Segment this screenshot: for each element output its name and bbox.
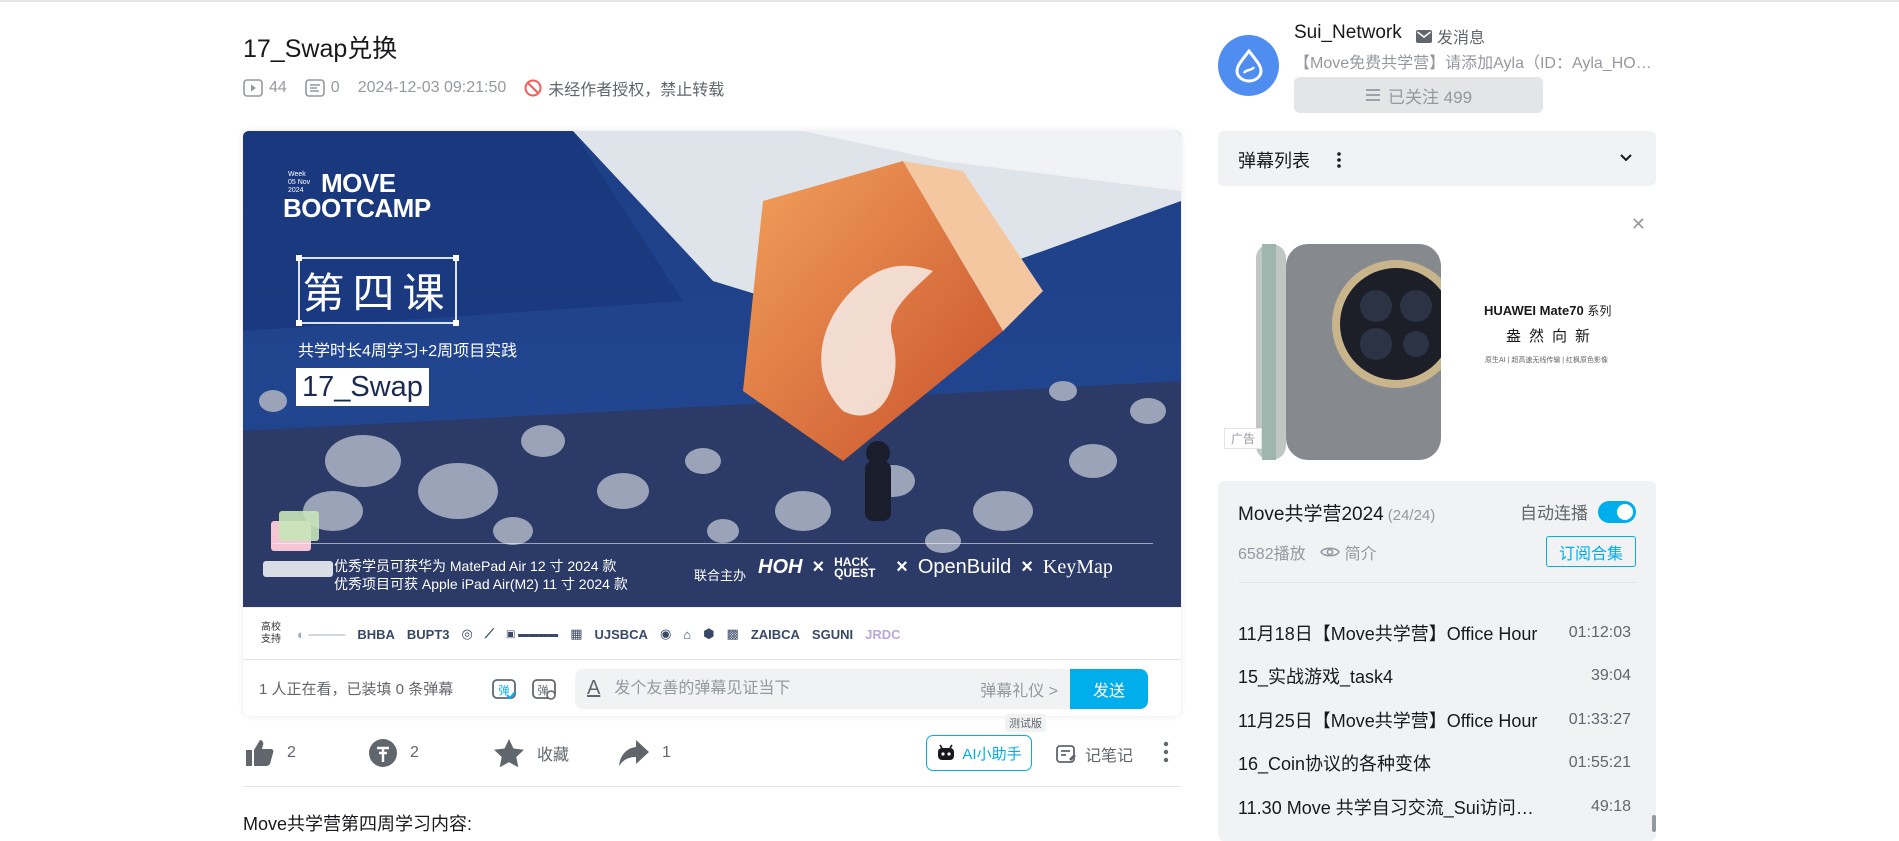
- menu-icon: [1365, 89, 1380, 101]
- uploader-avatar[interactable]: [1218, 35, 1279, 96]
- video-meta: 44 0 2024-12-03 09:21:50 未经作者授权，禁止转载: [243, 76, 724, 100]
- campus-sponsor-bar: 高校支持 ◐ ──── BHBA BUPT3 ◎ ⟋ ▣ ▬▬▬▬ ▦ UJSBC…: [243, 607, 1181, 660]
- beta-tag: 测试版: [1005, 714, 1046, 732]
- thumb-up-icon: [246, 740, 274, 766]
- poster-logo: MOVE BOOTCAMP: [283, 168, 431, 223]
- video-description: Move共学营第四周学习内容:: [243, 814, 473, 834]
- danmaku-etiquette-link[interactable]: 弹幕礼仪 >: [980, 677, 1058, 701]
- favorite-button[interactable]: 收藏: [493, 738, 618, 768]
- danmaku-list-label: 弹幕列表: [1238, 151, 1310, 171]
- forbidden-icon: [524, 79, 542, 97]
- sui-logo-icon: [1234, 48, 1263, 83]
- danmaku-count: 0: [304, 79, 340, 97]
- chevron-down-icon[interactable]: [1618, 150, 1634, 171]
- note-icon: [1056, 745, 1076, 763]
- play-count: 44: [243, 79, 287, 97]
- ad-tag: 广告: [1224, 428, 1263, 449]
- danmaku-input[interactable]: [612, 678, 947, 699]
- list-item[interactable]: 15_实战游戏_task4 39:04: [1218, 655, 1656, 699]
- ad-features: 原生AI | 超高速无线传输 | 红枫原色影像: [1485, 357, 1609, 364]
- collection-panel: Move共学营2024 (24/24) 自动连播 6582播放 简介 订阅合集 1…: [1218, 481, 1656, 841]
- video-title: 17_Swap兑换: [243, 35, 398, 63]
- campus-label: 高校支持: [261, 622, 281, 645]
- subscribe-collection-button[interactable]: 订阅合集: [1546, 536, 1636, 567]
- play-icon: [243, 79, 263, 97]
- list-item[interactable]: 11.30 Move 共学自习交流_Sui访问权限 49:18: [1218, 785, 1656, 829]
- collection-intro-button[interactable]: 简介: [1319, 540, 1377, 564]
- collection-title[interactable]: Move共学营2024 (24/24): [1238, 499, 1435, 526]
- share-icon: [619, 740, 649, 766]
- robot-icon: [938, 744, 955, 760]
- collection-divider: [1238, 582, 1636, 583]
- poster-lesson-name: 17_Swap: [296, 368, 429, 406]
- poster-cohost-label: 联合主办: [694, 568, 747, 583]
- star-icon: [494, 739, 524, 768]
- followed-button[interactable]: 已关注 499: [1294, 77, 1543, 113]
- danmaku-input-wrap: A 弹幕礼仪 >: [575, 668, 1070, 709]
- top-border: [0, 0, 1899, 2]
- danmaku-send-bar: 1 人正在看，已装填 0 条弹幕 弹 弹 A 弹幕礼仪 > 发送: [243, 659, 1181, 716]
- share-button[interactable]: 1: [618, 738, 671, 768]
- poster-lesson: 第四课: [296, 255, 459, 326]
- collection-stats: 6582播放 简介: [1238, 540, 1377, 564]
- poster-prizes: 优秀学员可获华为 MatePad Air 12 寸 2024 款 优秀项目可获 …: [334, 558, 628, 592]
- ad-banner[interactable]: HUAWEI Mate70 系列 盎然向新 原生AI | 超高速无线传输 | 红…: [1218, 206, 1656, 460]
- ad-slogan: 盎然向新: [1506, 328, 1599, 345]
- list-item[interactable]: 11月18日【Move共学营】Office Hour 01:12:03: [1218, 611, 1656, 655]
- toggle-switch[interactable]: [1598, 500, 1636, 523]
- collection-scrollbar[interactable]: [1652, 815, 1656, 832]
- like-button[interactable]: 2: [243, 738, 368, 768]
- send-message-button[interactable]: 发消息: [1416, 24, 1485, 48]
- uploader-bio: 【Move免费共学营】请添加Ayla（ID：Ayla_HOH）: [1294, 55, 1659, 72]
- poster-schedule: 共学时长4周学习+2周项目实践: [298, 343, 518, 360]
- coin-icon: [369, 739, 397, 767]
- list-item[interactable]: 11月25日【Move共学营】Office Hour 01:33:27: [1218, 698, 1656, 742]
- uploader-name[interactable]: Sui_Network: [1294, 22, 1402, 44]
- eye-icon: [1319, 547, 1340, 557]
- danmaku-list-menu-icon[interactable]: [1336, 151, 1342, 174]
- more-options-icon[interactable]: [1163, 740, 1169, 769]
- phone-image: [1256, 244, 1441, 460]
- danmaku-list-panel[interactable]: 弹幕列表: [1218, 131, 1656, 186]
- close-icon[interactable]: ✕: [1631, 214, 1646, 235]
- danmaku-settings-icon[interactable]: 弹: [529, 674, 559, 704]
- danmaku-icon: [304, 79, 325, 97]
- coin-button[interactable]: 2: [368, 738, 493, 768]
- poster-partners: HOH × HACK QUEST × OpenBuild × KeyMap: [758, 554, 1113, 580]
- publish-time: 2024-12-03 09:21:50: [357, 79, 507, 96]
- copyright-notice: 未经作者授权，禁止转载: [524, 76, 724, 100]
- danmaku-toggle-icon[interactable]: 弹: [489, 674, 519, 704]
- action-divider: [243, 786, 1181, 787]
- poster-divider: [273, 543, 1153, 544]
- text-style-icon[interactable]: A: [587, 677, 600, 700]
- ai-assistant-button[interactable]: AI小助手: [926, 735, 1032, 771]
- list-item[interactable]: 16_Coin协议的各种变体 01:55:21: [1218, 742, 1656, 786]
- collection-list: 11月18日【Move共学营】Office Hour 01:12:03 15_实战…: [1218, 611, 1656, 829]
- video-frame[interactable]: Week 05 Nov 2024 MOVE BOOTCAMP 第四课 共学时长4…: [243, 131, 1181, 607]
- autoplay-toggle[interactable]: 自动连播: [1520, 499, 1636, 524]
- send-danmaku-button[interactable]: 发送: [1070, 668, 1148, 709]
- video-player[interactable]: Week 05 Nov 2024 MOVE BOOTCAMP 第四课 共学时长4…: [243, 131, 1181, 716]
- ad-brand: HUAWEI Mate70 系列: [1484, 303, 1612, 318]
- mail-icon: [1416, 29, 1432, 43]
- video-action-bar: 2 2 收藏 1 测试版 AI小助手 记笔记: [243, 714, 1181, 778]
- viewer-status: 1 人正在看，已装填 0 条弹幕: [259, 681, 454, 698]
- take-note-button[interactable]: 记笔记: [1055, 742, 1133, 766]
